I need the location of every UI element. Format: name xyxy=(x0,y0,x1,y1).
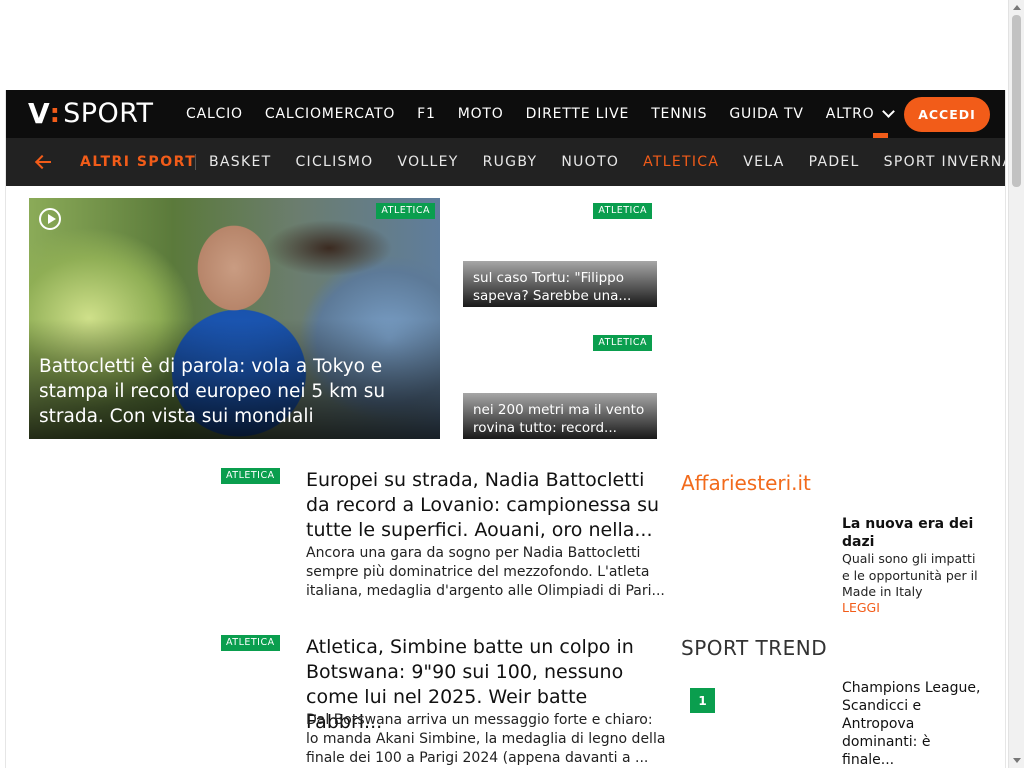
article-list-item[interactable]: ATLETICA Atletica, Simbine batte un colp… xyxy=(29,635,665,768)
nav-item-tennis[interactable]: TENNIS xyxy=(651,106,707,122)
play-icon[interactable] xyxy=(39,208,61,230)
category-tag[interactable]: ATLETICA xyxy=(593,335,652,351)
site-logo[interactable]: V : SPORT xyxy=(28,98,154,130)
side-article-card[interactable]: ATLETICA sul caso Tortu: "Filippo sapeva… xyxy=(463,198,657,307)
subnav-item-vela[interactable]: VELA xyxy=(743,154,784,170)
promo-description: Quali sono gli impatti e le opportunità … xyxy=(842,551,978,599)
back-arrow-icon[interactable] xyxy=(34,153,54,171)
subnav-list: BASKET CICLISMO VOLLEY RUGBY NUOTO ATLET… xyxy=(209,138,1005,186)
nav-item-dirette-live[interactable]: DIRETTE LIVE xyxy=(526,106,630,122)
trend-item-title[interactable]: Champions League, Scandicci e Antropova … xyxy=(842,679,987,768)
hero-title[interactable]: Battocletti è di parola: vola a Tokyo e … xyxy=(39,354,419,429)
subnav-item-volley[interactable]: VOLLEY xyxy=(397,154,458,170)
category-tag[interactable]: ATLETICA xyxy=(376,203,435,219)
nav-item-f1[interactable]: F1 xyxy=(417,106,436,122)
hero-article[interactable]: ATLETICA Battocletti è di parola: vola a… xyxy=(29,198,440,439)
subnav-item-atletica[interactable]: ATLETICA xyxy=(643,154,719,170)
trend-rank-badge: 1 xyxy=(690,688,715,713)
nav-item-altro-label: ALTRO xyxy=(825,106,875,122)
vertical-scrollbar[interactable] xyxy=(1008,0,1024,768)
side-article-title[interactable]: nei 200 metri ma il vento rovina tutto: … xyxy=(473,401,653,437)
nav-item-moto[interactable]: MOTO xyxy=(458,106,504,122)
article-excerpt: Ancora una gara da sogno per Nadia Batto… xyxy=(306,545,665,599)
subnav-item-padel[interactable]: PADEL xyxy=(809,154,860,170)
category-tag[interactable]: ATLETICA xyxy=(221,635,280,651)
chevron-down-icon xyxy=(882,105,896,118)
subnav-section-title[interactable]: ALTRI SPORT xyxy=(80,138,196,186)
nav-item-calciomercato[interactable]: CALCIOMERCATO xyxy=(265,106,395,122)
article-excerpt: Dal Botswana arriva un messaggio forte e… xyxy=(306,712,666,766)
article-list-item[interactable]: ATLETICA Europei su strada, Nadia Battoc… xyxy=(29,468,665,608)
subnav-item-nuoto[interactable]: NUOTO xyxy=(561,154,619,170)
scroll-up-arrow-icon[interactable] xyxy=(1013,5,1021,10)
main-nav-list: CALCIO CALCIOMERCATO F1 MOTO DIRETTE LIV… xyxy=(186,90,915,138)
sport-trend-heading: SPORT TREND xyxy=(681,636,828,660)
logo-v: V xyxy=(28,97,50,130)
subnav-item-basket[interactable]: BASKET xyxy=(209,154,271,170)
side-article-title[interactable]: sul caso Tortu: "Filippo sapeva? Sarebbe… xyxy=(473,269,653,305)
side-article-card[interactable]: ATLETICA nei 200 metri ma il vento rovin… xyxy=(463,330,657,439)
nav-item-altro[interactable]: ALTRO xyxy=(825,105,896,122)
main-navigation: V : SPORT CALCIO CALCIOMERCATO F1 MOTO D… xyxy=(6,90,1005,138)
page: V : SPORT CALCIO CALCIOMERCATO F1 MOTO D… xyxy=(0,0,1008,768)
subnav-item-ciclismo[interactable]: CICLISMO xyxy=(295,154,373,170)
login-button[interactable]: ACCEDI xyxy=(904,97,990,132)
site-frame: V : SPORT CALCIO CALCIOMERCATO F1 MOTO D… xyxy=(5,90,1006,768)
subnav-item-sport-invernali[interactable]: SPORT INVERNALI xyxy=(884,154,1005,170)
article-title[interactable]: Europei su strada, Nadia Battocletti da … xyxy=(306,468,666,543)
logo-colon: : xyxy=(49,99,61,129)
sub-navigation: ALTRI SPORT BASKET CICLISMO VOLLEY RUGBY… xyxy=(6,138,1005,186)
category-tag[interactable]: ATLETICA xyxy=(593,203,652,219)
category-tag[interactable]: ATLETICA xyxy=(221,468,280,484)
logo-sport: SPORT xyxy=(63,98,154,129)
scrollbar-thumb[interactable] xyxy=(1012,15,1021,187)
promo-read-link[interactable]: LEGGI xyxy=(842,600,880,615)
nav-item-calcio[interactable]: CALCIO xyxy=(186,106,243,122)
nav-item-guida-tv[interactable]: GUIDA TV xyxy=(729,106,803,122)
promo-title[interactable]: La nuova era dei dazi xyxy=(842,515,992,551)
subnav-item-rugby[interactable]: RUGBY xyxy=(483,154,538,170)
scroll-down-arrow-icon[interactable] xyxy=(1013,758,1021,763)
affariesteri-logo[interactable]: Affariesteri.it xyxy=(681,471,811,495)
subnav-divider xyxy=(195,154,196,170)
